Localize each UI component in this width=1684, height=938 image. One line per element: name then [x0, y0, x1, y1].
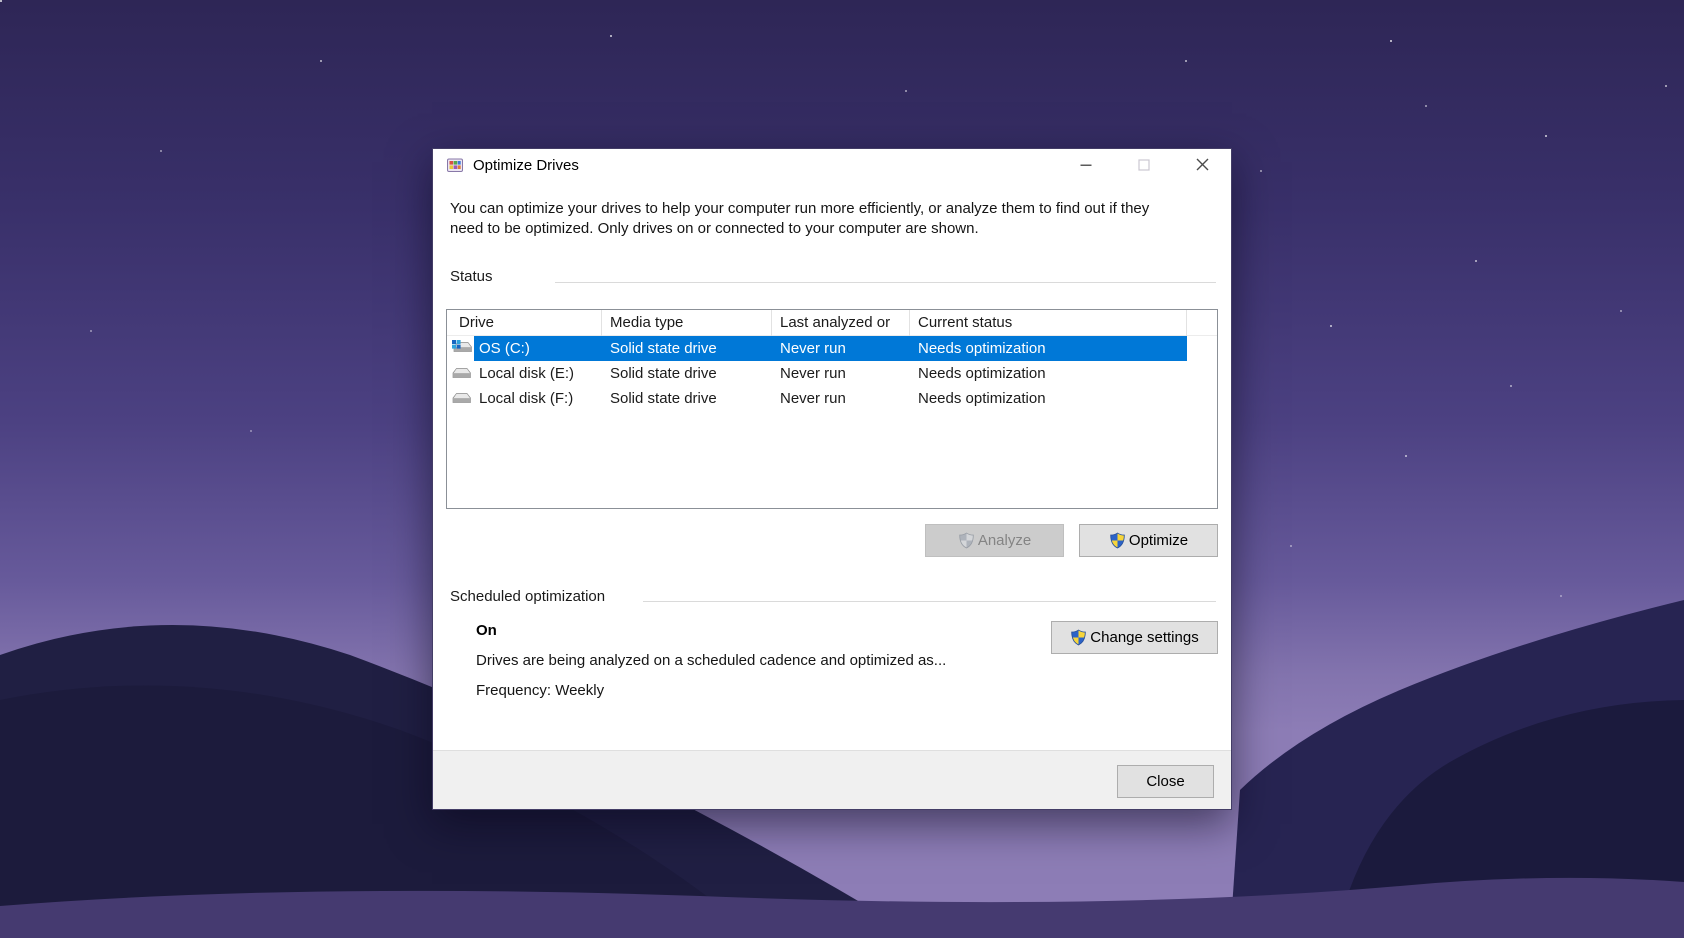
drive-icon [452, 368, 471, 378]
change-settings-button[interactable]: Change settings [1051, 621, 1218, 654]
cell-filler [1187, 361, 1217, 386]
cell-last-analyzed: Never run [780, 340, 846, 357]
optimize-drives-window: Optimize Drives You can optimize your dr… [432, 148, 1232, 810]
close-button-label: Close [1146, 773, 1185, 790]
caption-buttons [1057, 149, 1231, 180]
optimize-button-label: Optimize [1128, 532, 1189, 549]
cell-media-type: Solid state drive [610, 390, 717, 407]
cell-media-type: Solid state drive [610, 340, 717, 357]
shield-icon-disabled [959, 532, 974, 549]
dialog-footer: Close [433, 750, 1231, 809]
scheduled-state: On [476, 622, 497, 639]
change-settings-button-label: Change settings [1090, 629, 1199, 646]
shield-icon [1071, 629, 1087, 646]
status-group-line [555, 282, 1216, 283]
cell-media-type: Solid state drive [610, 365, 717, 382]
cell-current-status: Needs optimization [918, 390, 1046, 407]
drives-list-header: Drive Media type Last analyzed or … Curr… [447, 310, 1217, 360]
analyze-button-label: Analyze [977, 532, 1032, 549]
cell-last-analyzed: Never run [780, 390, 846, 407]
scheduled-frequency: Frequency: Weekly [476, 682, 605, 699]
minimize-button[interactable] [1057, 149, 1115, 180]
os-drive-icon [452, 340, 472, 352]
window-description: You can optimize your drives to help you… [450, 200, 1150, 237]
window-title: Optimize Drives [473, 156, 579, 174]
close-window-button[interactable] [1173, 149, 1231, 180]
optimize-button[interactable]: Optimize [1079, 524, 1218, 557]
maximize-button [1115, 149, 1173, 180]
drive-row-local-e[interactable]: Local disk (E:) Solid state drive Never … [447, 361, 1217, 386]
scheduled-group-line [643, 601, 1216, 602]
analyze-button[interactable]: Analyze [925, 524, 1064, 557]
cell-last-analyzed: Never run [780, 365, 846, 382]
title-bar: Optimize Drives [433, 149, 1231, 181]
drive-row-os-c[interactable]: OS (C:) Solid state drive Never run Need… [447, 336, 1217, 361]
cell-filler [1187, 386, 1217, 411]
maximize-icon [1138, 158, 1150, 171]
drives-list: Drive Media type Last analyzed or … Curr… [446, 309, 1218, 509]
defrag-app-icon [447, 158, 463, 172]
cell-current-status: Needs optimization [918, 340, 1046, 357]
drive-icon [452, 393, 471, 403]
minimize-icon [1080, 164, 1092, 166]
scheduled-group-label: Scheduled optimization [450, 588, 612, 605]
cell-filler [1187, 336, 1217, 361]
drive-row-local-f[interactable]: Local disk (F:) Solid state drive Never … [447, 386, 1217, 411]
shield-icon [1110, 532, 1125, 549]
scheduled-description: Drives are being analyzed on a scheduled… [476, 652, 947, 669]
close-button[interactable]: Close [1117, 765, 1214, 798]
cell-current-status: Needs optimization [918, 365, 1046, 382]
close-icon [1196, 158, 1208, 171]
status-group-label: Status [450, 268, 499, 285]
